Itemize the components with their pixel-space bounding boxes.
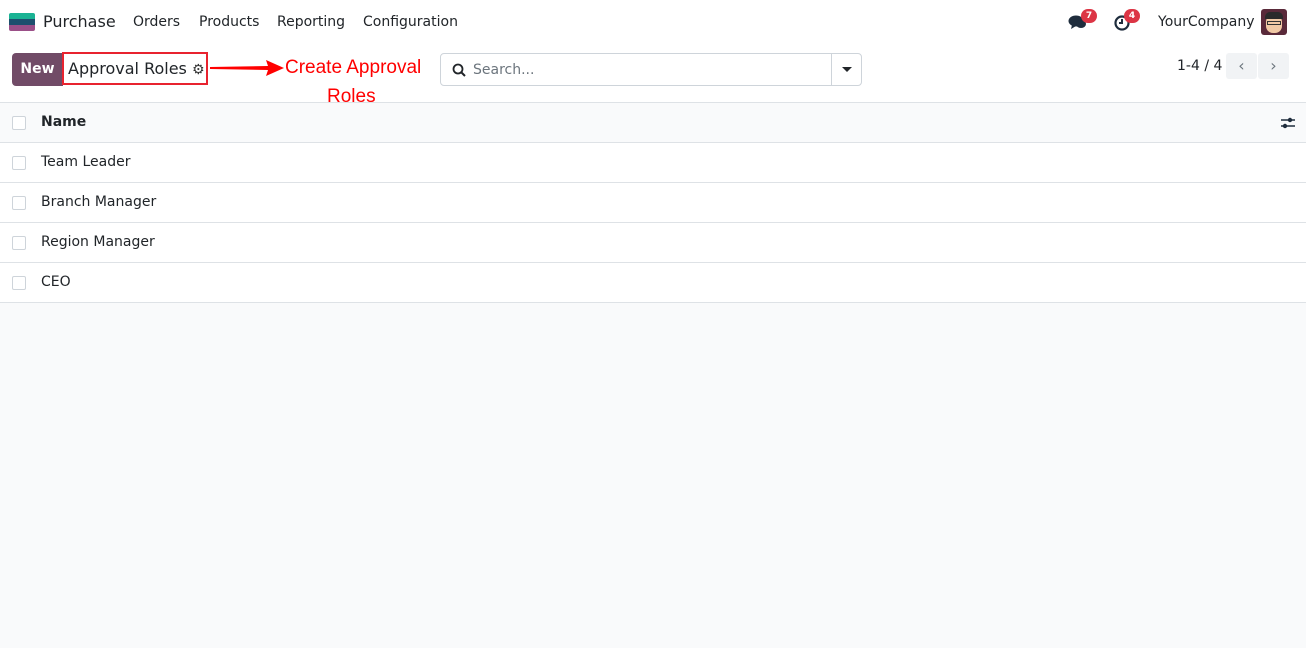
table-row[interactable]: Branch Manager [0, 183, 1306, 223]
control-panel: New Approval Roles ⚙ Create Approval Rol… [0, 44, 1306, 107]
top-navbar: Purchase Orders Products Reporting Confi… [0, 0, 1306, 44]
optional-columns-icon[interactable] [1281, 116, 1295, 130]
table-row[interactable]: Team Leader [0, 143, 1306, 183]
breadcrumb: Approval Roles ⚙ [62, 52, 208, 85]
pager-next-button[interactable]: › [1258, 53, 1289, 79]
app-logo-icon[interactable] [9, 13, 35, 31]
search-input[interactable]: Search... [440, 53, 862, 86]
annotation-text-line1: Create Approval [285, 57, 422, 78]
caret-down-icon [842, 67, 852, 72]
menu-orders[interactable]: Orders [133, 14, 180, 30]
row-name: Region Manager [41, 234, 155, 250]
column-header-name[interactable]: Name [41, 114, 86, 130]
table-row[interactable]: Region Manager [0, 223, 1306, 263]
row-checkbox[interactable] [12, 276, 26, 290]
menu-reporting[interactable]: Reporting [277, 14, 345, 30]
row-checkbox[interactable] [12, 196, 26, 210]
row-checkbox[interactable] [12, 156, 26, 170]
user-avatar[interactable] [1261, 9, 1287, 35]
company-switcher[interactable]: YourCompany [1158, 14, 1255, 30]
annotation-arrow-icon [210, 60, 284, 76]
menu-configuration[interactable]: Configuration [363, 14, 458, 30]
search-icon [452, 63, 466, 77]
row-name: Branch Manager [41, 194, 157, 210]
select-all-checkbox[interactable] [12, 116, 26, 130]
pager-value[interactable]: 1-4 / 4 [1177, 58, 1222, 74]
page-title: Approval Roles [68, 59, 187, 78]
chevron-right-icon: › [1270, 56, 1277, 75]
search-placeholder: Search... [473, 62, 535, 78]
messages-button[interactable]: 7 [1068, 9, 1097, 31]
activities-badge: 4 [1124, 9, 1140, 23]
messages-badge: 7 [1081, 9, 1097, 23]
row-checkbox[interactable] [12, 236, 26, 250]
search-options-toggle[interactable] [831, 54, 861, 85]
app-name[interactable]: Purchase [43, 12, 116, 31]
pager-previous-button[interactable]: ‹ [1226, 53, 1257, 79]
activities-button[interactable]: 4 [1114, 9, 1140, 31]
table-row[interactable]: CEO [0, 263, 1306, 303]
chevron-left-icon: ‹ [1238, 56, 1245, 75]
menu-products[interactable]: Products [199, 14, 259, 30]
new-button[interactable]: New [12, 53, 63, 86]
row-name: CEO [41, 274, 71, 290]
table-header: Name [0, 103, 1306, 143]
row-name: Team Leader [41, 154, 131, 170]
gear-icon[interactable]: ⚙ [192, 62, 205, 78]
